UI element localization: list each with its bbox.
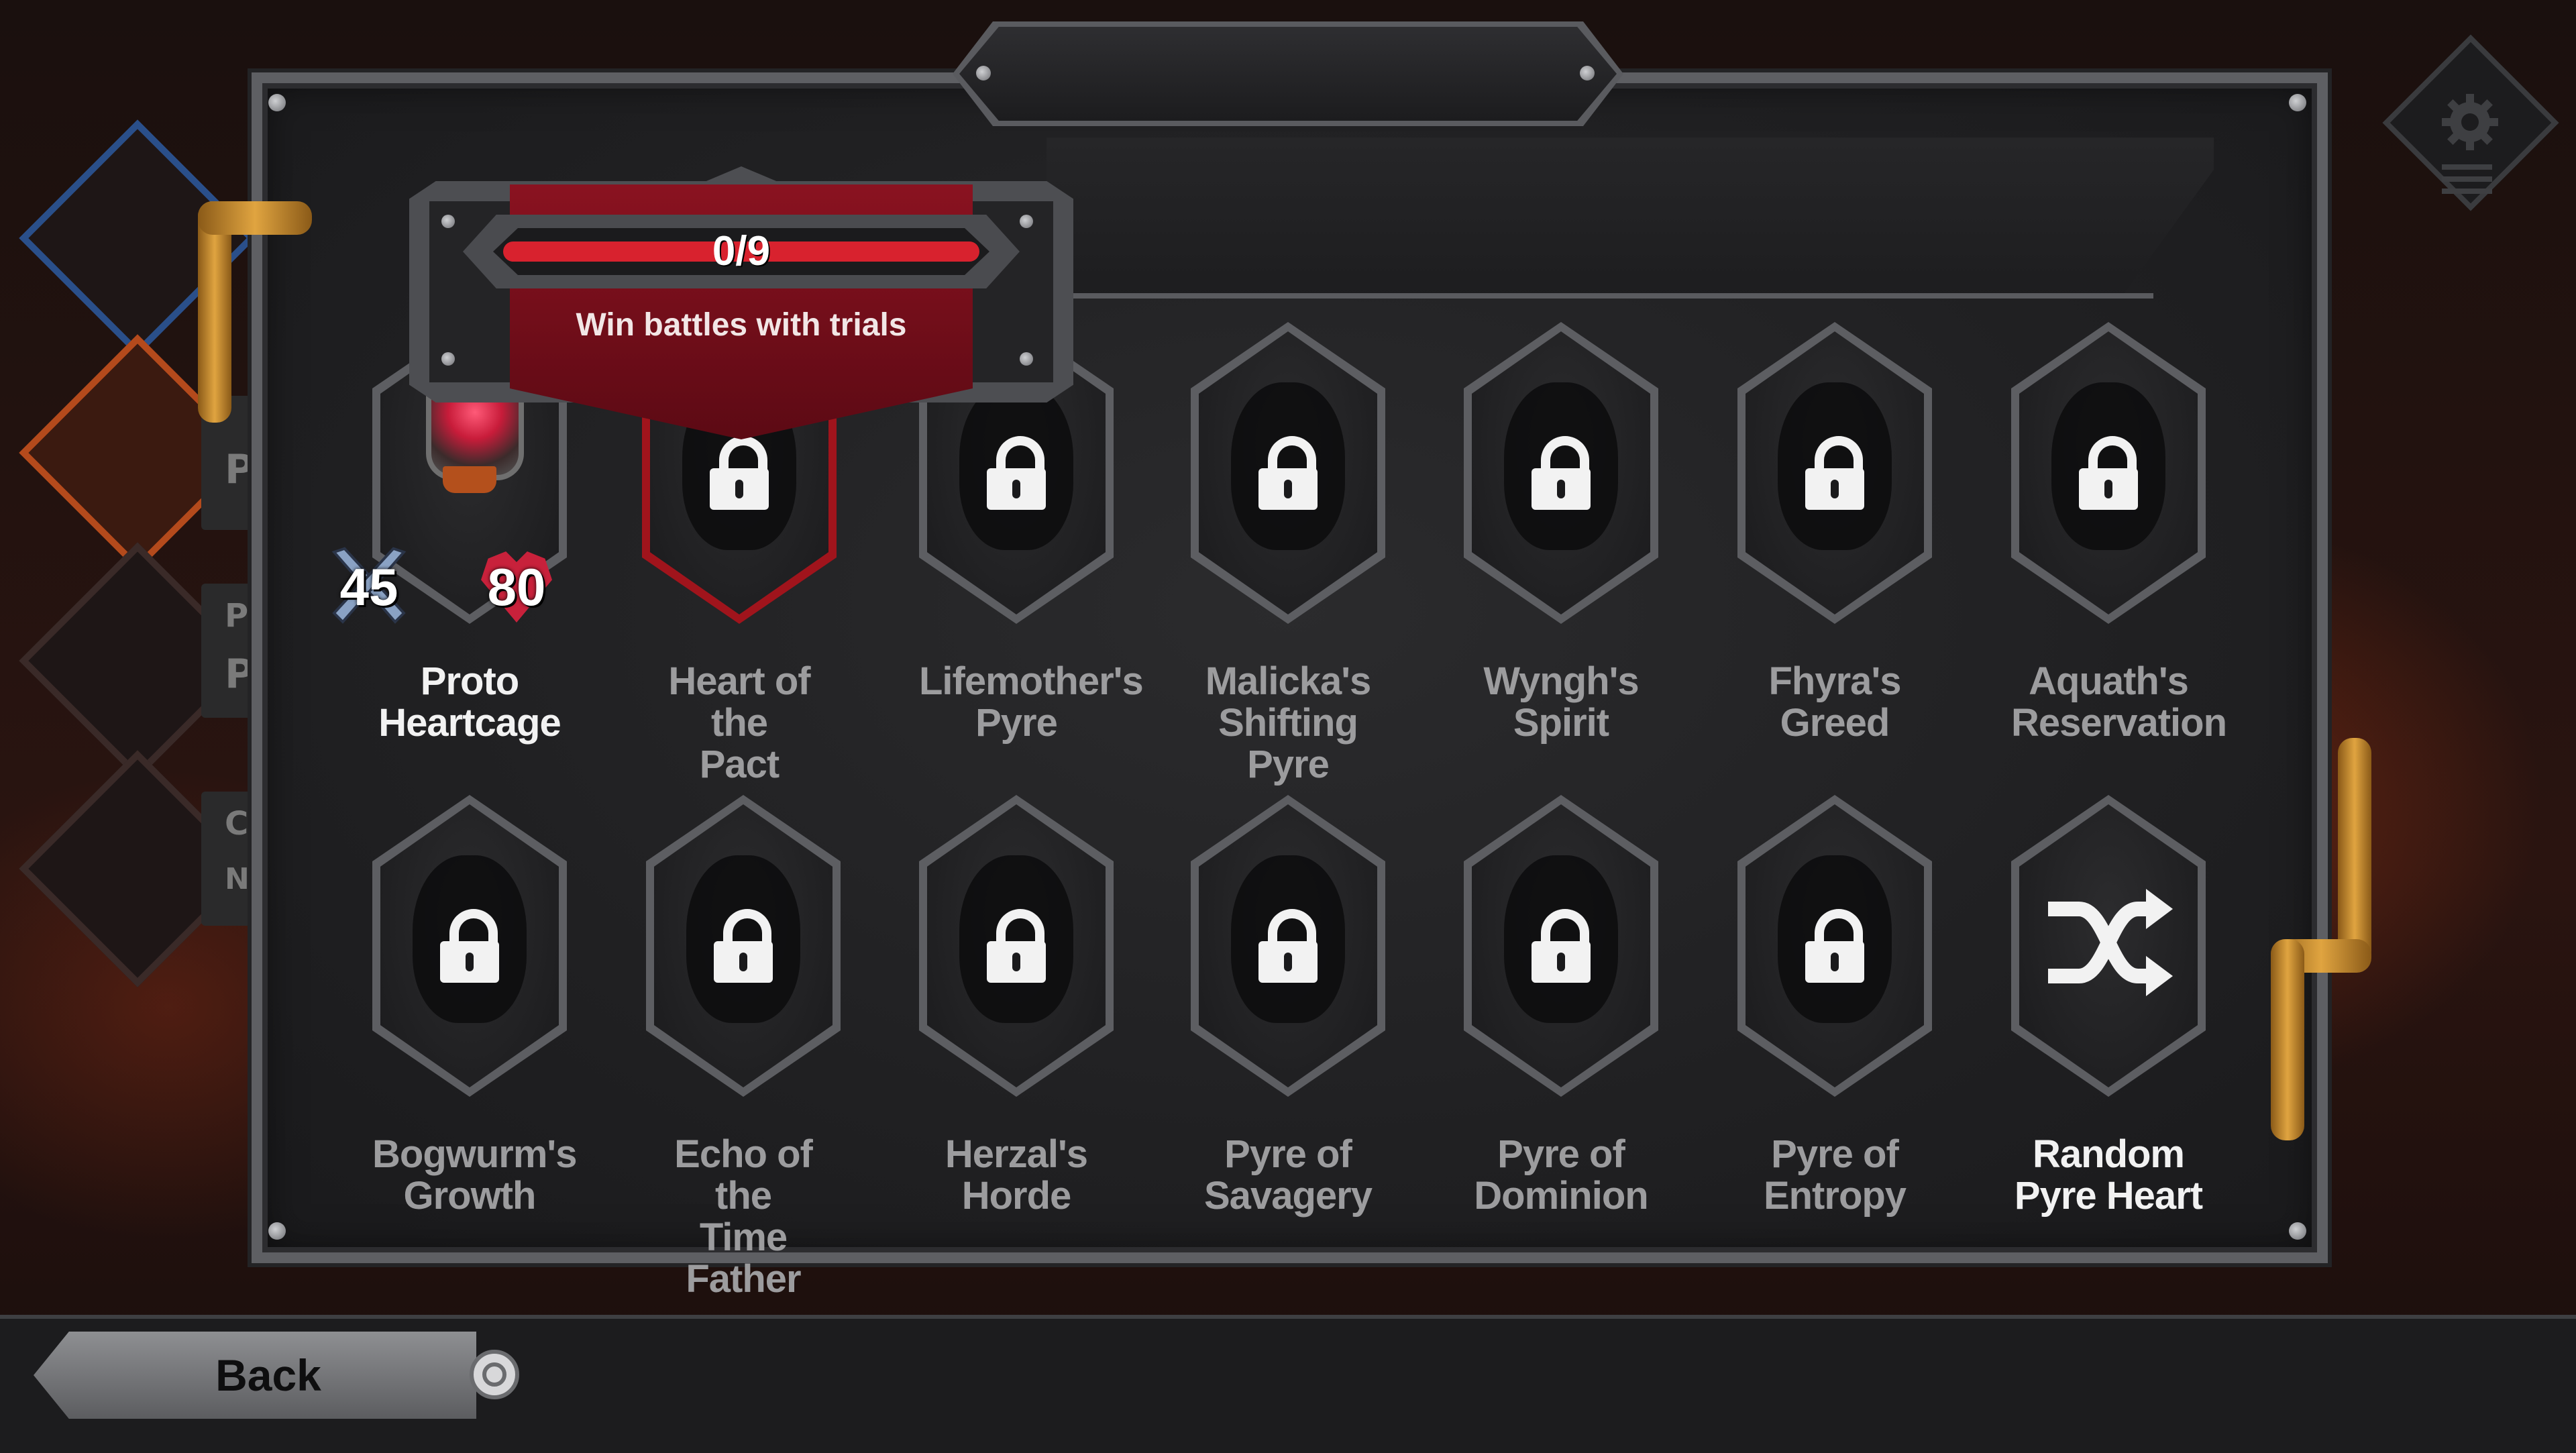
rivet: [268, 1222, 286, 1240]
side-letter: N: [225, 862, 250, 896]
lock-icon: [1254, 436, 1322, 510]
shuffle-icon: [2048, 889, 2173, 996]
lock-icon: [1527, 909, 1595, 983]
slot-label: Echo of the Time Father: [674, 1132, 813, 1301]
header-divider: [1046, 293, 2153, 299]
pyre-heart-slot-malickas-shifting-pyre[interactable]: Malicka's Shifting Pyre: [1191, 322, 1385, 786]
top-plate: [959, 27, 1617, 121]
lock-icon: [983, 436, 1050, 510]
side-letter: C: [225, 805, 249, 843]
slot-label: Proto Heartcage: [378, 659, 561, 745]
attack-stat: 45: [319, 537, 419, 637]
slot-label: Aquath's Reservation: [2011, 659, 2227, 745]
rivet: [976, 66, 991, 80]
copper-pipe: [2338, 738, 2371, 966]
side-letter: P: [225, 651, 254, 698]
side-letter: P: [225, 446, 254, 493]
pyre-heart-slot-pyre-of-savagery[interactable]: Pyre of Savagery: [1191, 795, 1385, 1217]
lock-icon: [436, 909, 503, 983]
copper-pipe: [198, 201, 312, 235]
slot-label: Random Pyre Heart: [2014, 1132, 2203, 1218]
back-button-label: Back: [215, 1350, 321, 1400]
gear-icon: [2442, 94, 2498, 150]
slot-label: Malicka's Shifting Pyre: [1205, 659, 1372, 786]
copper-pipe: [2271, 939, 2304, 1140]
slot-label: Bogwurm's Growth: [372, 1132, 577, 1218]
lock-icon: [2075, 436, 2142, 510]
rivet: [1580, 66, 1595, 80]
slot-label: Pyre of Entropy: [1763, 1132, 1907, 1218]
pyre-heart-slot-random-pyre-heart[interactable]: Random Pyre Heart: [2011, 795, 2206, 1217]
lock-icon: [1801, 436, 1868, 510]
progress-text: 0/9: [712, 228, 771, 274]
lock-icon: [1254, 909, 1322, 983]
pyre-heart-slot-fhyras-greed[interactable]: Fhyra's Greed: [1737, 322, 1932, 744]
slot-label: Herzal's Horde: [945, 1132, 1088, 1218]
rivet: [1020, 352, 1033, 366]
pyre-heart-slot-herzals-horde[interactable]: Herzal's Horde: [919, 795, 1114, 1217]
unlock-requirement-text: Win battles with trials: [576, 307, 907, 343]
slot-label: Fhyra's Greed: [1768, 659, 1902, 745]
rivet: [2289, 94, 2306, 111]
lock-icon: [983, 909, 1050, 983]
slot-label: Pyre of Savagery: [1204, 1132, 1373, 1218]
pyre-heart-slot-pyre-of-entropy[interactable]: Pyre of Entropy: [1737, 795, 1932, 1217]
rivet: [268, 94, 286, 111]
settings-menu-lines: [2442, 164, 2492, 201]
pyre-heart-slot-wynghs-spirit[interactable]: Wyngh's Spirit: [1464, 322, 1658, 744]
pyre-heart-slot-aquaths-reservation[interactable]: Aquath's Reservation: [2011, 322, 2227, 745]
slot-label: Pyre of Dominion: [1474, 1132, 1648, 1218]
rivet: [441, 215, 455, 228]
rivet: [1020, 215, 1033, 228]
circle-button-icon: [470, 1350, 519, 1399]
pyre-heart-slot-bogwurms-growth[interactable]: Bogwurm's Growth: [372, 795, 577, 1218]
health-stat: 80: [466, 537, 567, 637]
rivet: [2289, 1222, 2306, 1240]
side-letter: P: [225, 597, 249, 635]
lock-icon: [1801, 909, 1868, 983]
header-band: [1046, 138, 2214, 299]
lock-icon: [706, 436, 773, 510]
rivet: [441, 352, 455, 366]
slot-label: Wyngh's Spirit: [1483, 659, 1639, 745]
slot-label: Lifemother's Pyre: [919, 659, 1144, 745]
slot-label: Heart of the Pact: [668, 659, 810, 786]
pyre-heart-slot-echo-of-the-time-father[interactable]: Echo of the Time Father: [646, 795, 841, 1300]
lock-icon: [1527, 436, 1595, 510]
background-deck-strip: P P P C N: [0, 0, 282, 1315]
pyre-heart-slot-pyre-of-dominion[interactable]: Pyre of Dominion: [1464, 795, 1658, 1217]
lock-icon: [710, 909, 777, 983]
